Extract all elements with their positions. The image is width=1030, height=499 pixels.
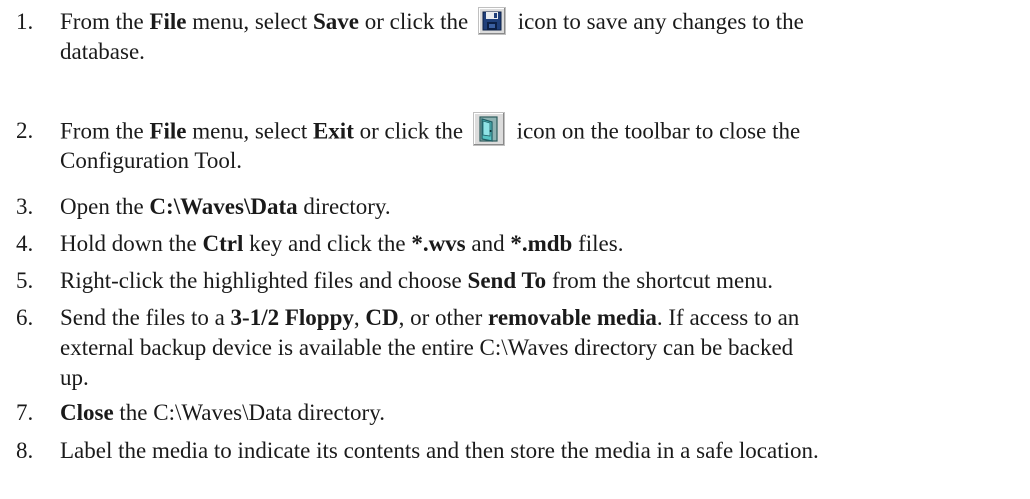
text-run: Right-click the highlighted files and ch… [60, 268, 468, 293]
text-run: Configuration Tool. [60, 148, 242, 173]
bold-term: File [149, 118, 187, 144]
bold-term: C:\Waves\Data [149, 194, 298, 219]
text-line: Close the C:\Waves\Data directory. [60, 398, 1020, 428]
step-number: 3. [16, 194, 34, 219]
step-number: 1. [16, 9, 34, 34]
bold-term: File [149, 9, 187, 34]
text-run: database. [60, 39, 145, 64]
exit-door-icon [472, 112, 505, 146]
text-line: Configuration Tool. [60, 146, 1020, 176]
text-run: icon to save any changes to the [511, 9, 804, 34]
bold-term: removable media [488, 305, 657, 330]
text-run: Label the media to indicate its contents… [60, 438, 819, 463]
text-run: files. [572, 231, 624, 256]
step-number: 6. [16, 305, 34, 330]
bold-term: Exit [312, 118, 354, 144]
text-line: database. [60, 37, 1020, 67]
bold-term: Ctrl [202, 231, 244, 256]
text-run: and [465, 231, 511, 256]
text-line: From the File menu, select Save or click… [60, 6, 1020, 37]
text-line: Right-click the highlighted files and ch… [60, 266, 1020, 296]
text-run: Open the [60, 194, 150, 219]
step-text: Close the C:\Waves\Data directory. [60, 398, 1020, 428]
bold-term: *.mdb [510, 231, 573, 256]
text-run: , [353, 305, 366, 330]
step-text: Open the C:\Waves\Data directory. [60, 192, 1020, 222]
text-line: From the File menu, select Exit or click… [60, 112, 1020, 146]
step-number: 4. [16, 231, 34, 256]
text-line: external backup device is available the … [60, 333, 1020, 363]
text-run: menu, select [186, 9, 313, 34]
text-run: Send the files to a [60, 305, 231, 330]
step-text: Label the media to indicate its contents… [60, 436, 1020, 466]
text-run: menu, select [186, 118, 313, 144]
step-text: From the File menu, select Exit or click… [60, 112, 1020, 176]
text-run: , or other [398, 305, 489, 330]
bold-term: Save [312, 9, 359, 34]
text-run: . If access to an [656, 305, 800, 330]
bold-term: Close [60, 400, 114, 425]
text-run: From the [60, 9, 150, 34]
text-run: external backup device is available the … [60, 335, 794, 360]
text-run: Hold down the [60, 231, 203, 256]
text-line: Open the C:\Waves\Data directory. [60, 192, 1020, 222]
step-number: 5. [16, 268, 34, 293]
step-text: Right-click the highlighted files and ch… [60, 266, 1020, 296]
text-run: directory. [297, 194, 391, 219]
bold-term: 3-1/2 Floppy [230, 305, 354, 330]
save-disk-icon [477, 6, 506, 35]
bold-term: CD [365, 305, 399, 330]
text-run: icon on the toolbar to close the [510, 118, 801, 144]
step-number: 2. [16, 118, 34, 143]
text-run: key and click the [243, 231, 412, 256]
step-text: From the File menu, select Save or click… [60, 6, 1020, 67]
text-line: Label the media to indicate its contents… [60, 436, 1020, 466]
step-text: Send the files to a 3-1/2 Floppy, CD, or… [60, 303, 1020, 393]
text-line: up. [60, 363, 1020, 393]
text-run: up. [60, 365, 89, 390]
step-text: Hold down the Ctrl key and click the *.w… [60, 229, 1020, 259]
text-run: the C:\Waves\Data directory. [113, 400, 385, 425]
text-line: Send the files to a 3-1/2 Floppy, CD, or… [60, 303, 1020, 333]
step-number: 8. [16, 438, 34, 463]
bold-term: Send To [467, 268, 547, 293]
text-run: or click the [353, 118, 469, 144]
bold-term: *.wvs [411, 231, 466, 256]
text-run: from the shortcut menu. [546, 268, 773, 293]
text-run: From the [60, 118, 150, 144]
text-line: Hold down the Ctrl key and click the *.w… [60, 229, 1020, 259]
step-number: 7. [16, 400, 34, 425]
text-run: or click the [358, 9, 474, 34]
